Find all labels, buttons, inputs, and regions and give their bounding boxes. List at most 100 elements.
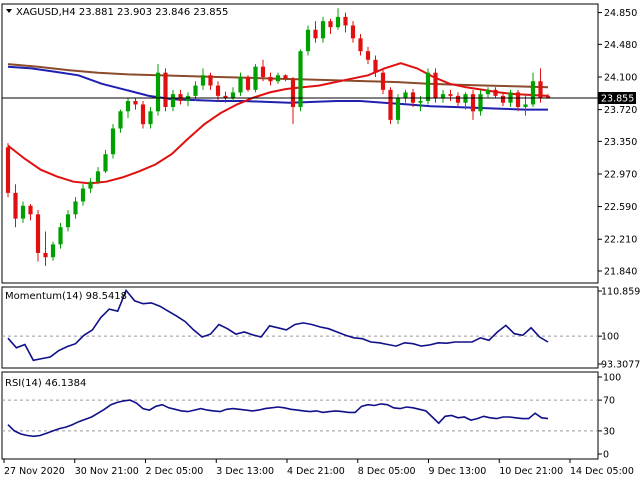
candle-body xyxy=(388,89,393,120)
candle-body xyxy=(515,92,521,108)
candle-body xyxy=(298,51,303,108)
candle-body xyxy=(163,72,168,108)
rsi-title: RSI(14) 46.1384 xyxy=(5,378,86,389)
time-tick-label: 27 Nov 2020 xyxy=(4,466,65,477)
candle-body xyxy=(373,59,378,73)
time-tick-label: 14 Dec 05:00 xyxy=(570,466,634,477)
candle-body xyxy=(523,104,528,108)
candle-body xyxy=(455,95,461,103)
candle-body xyxy=(395,98,401,120)
time-tick-label: 9 Dec 13:00 xyxy=(429,466,487,477)
time-tick-label: 10 Dec 21:00 xyxy=(499,466,563,477)
candle-body xyxy=(320,21,326,39)
candle-body xyxy=(245,76,251,90)
candle-body xyxy=(448,94,453,96)
candle-body xyxy=(260,66,266,77)
candle-body xyxy=(73,201,78,215)
candle-body xyxy=(215,85,221,96)
candle-body xyxy=(470,94,476,112)
candle-body xyxy=(478,94,483,112)
candle-body xyxy=(140,104,146,125)
price-tick-label: 23.350 xyxy=(604,137,637,148)
price-axis: 24.850 24.480 24.100 23.720 23.350 22.970 22.5… xyxy=(598,8,637,277)
candle-body xyxy=(50,244,56,258)
candle-body xyxy=(193,85,198,96)
time-tick-label: 2 Dec 05:00 xyxy=(146,466,204,477)
momentum-tick-label: 110.8597 xyxy=(601,287,640,298)
price-tick-label: 23.720 xyxy=(604,105,637,116)
candle-body xyxy=(80,188,86,202)
price-tick-label: 22.210 xyxy=(604,235,637,246)
candle-body xyxy=(380,72,386,90)
candle-body xyxy=(110,128,116,155)
price-frame xyxy=(1,3,599,284)
candle-body xyxy=(95,171,101,182)
time-tick-label: 4 Dec 21:00 xyxy=(287,466,345,477)
candle-body xyxy=(238,76,243,93)
candle-body xyxy=(118,111,123,129)
time-tick-label: 30 Nov 21:00 xyxy=(75,466,139,477)
candle-body xyxy=(350,25,356,39)
candle-body xyxy=(365,51,371,60)
candle-body xyxy=(88,181,93,189)
candle-body xyxy=(485,89,491,95)
candle-body xyxy=(275,75,281,82)
candle-body xyxy=(43,252,48,258)
candle-body xyxy=(5,147,11,193)
price-tick-label: 22.590 xyxy=(604,202,637,213)
candle-body xyxy=(358,38,363,52)
candle-body xyxy=(343,16,348,26)
momentum-tick-label: 93.3077 xyxy=(601,360,640,371)
candle-body xyxy=(170,94,176,108)
candle-body xyxy=(425,72,431,102)
candle-body xyxy=(328,21,333,28)
rsi-tick-label: 100 xyxy=(603,373,621,384)
chart-title: XAGUSD,H4 23.881 23.903 23.846 23.855 xyxy=(6,7,228,18)
candle-body xyxy=(335,16,341,28)
candle-body xyxy=(305,29,311,52)
candle-body xyxy=(530,81,536,105)
candle-body xyxy=(200,75,206,86)
candle-body xyxy=(148,111,153,125)
candle-body xyxy=(103,154,108,172)
current-price-label: 23.855 xyxy=(601,94,634,105)
price-tick-label: 24.100 xyxy=(604,72,637,83)
candle-body xyxy=(35,214,41,253)
rsi-axis: 100 70 30 0 xyxy=(598,373,621,461)
momentum-tick-label: 100 xyxy=(601,332,619,343)
candle-body xyxy=(418,101,423,103)
rsi-frame xyxy=(1,371,599,460)
candle-body xyxy=(313,29,318,39)
candle-body xyxy=(253,66,258,90)
candle-body xyxy=(500,95,506,103)
rsi-tick-label: 70 xyxy=(603,396,615,407)
rsi-tick-label: 30 xyxy=(603,426,615,437)
candle-body xyxy=(538,81,543,99)
time-tick-label: 8 Dec 05:00 xyxy=(358,466,416,477)
candle-body xyxy=(58,227,63,245)
momentum-axis: 110.8597 100 93.3077 xyxy=(598,287,640,371)
candle-body xyxy=(208,75,213,86)
candle-body xyxy=(433,72,438,99)
current-price-tag: 23.855 xyxy=(598,92,636,105)
momentum-title: Momentum(14) 98.5418 xyxy=(5,291,127,302)
chart-title-text: XAGUSD,H4 23.881 23.903 23.846 23.855 xyxy=(16,7,228,18)
candle-body xyxy=(268,76,273,82)
candle-body xyxy=(13,192,18,219)
candle-body xyxy=(155,72,161,112)
price-tick-label: 22.970 xyxy=(604,169,637,180)
candle-body xyxy=(20,205,26,219)
candle-body xyxy=(28,205,33,215)
price-tick-label: 21.840 xyxy=(604,266,637,277)
candle-body xyxy=(125,101,131,112)
rsi-tick-label: 0 xyxy=(603,450,609,461)
candle-body xyxy=(493,89,498,96)
price-tick-label: 24.480 xyxy=(604,40,637,51)
candle-body xyxy=(65,214,71,228)
candle-body xyxy=(283,75,288,79)
candle-body xyxy=(133,101,138,105)
candle-body xyxy=(290,78,296,108)
time-axis: 27 Nov 2020 30 Nov 21:00 2 Dec 05:00 3 Dec … xyxy=(3,459,634,477)
time-tick-label: 3 Dec 13:00 xyxy=(216,466,274,477)
price-tick-label: 24.850 xyxy=(604,8,637,19)
